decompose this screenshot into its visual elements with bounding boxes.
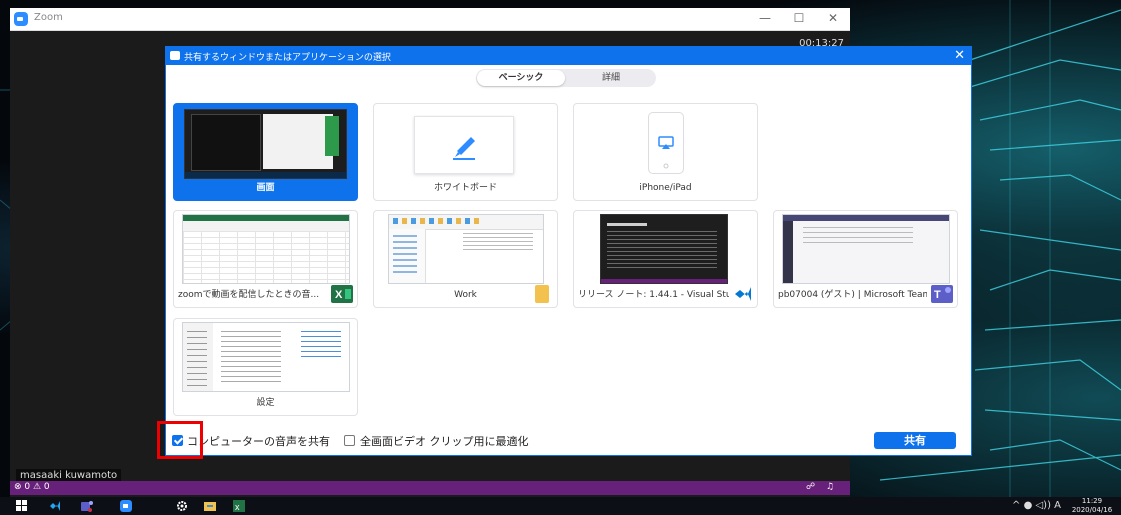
tile-label: Work (454, 290, 477, 300)
zoom-icon[interactable] (120, 500, 132, 512)
status-bar-right-icons[interactable]: ☍ ♫ (806, 482, 838, 492)
optimize-video-checkbox[interactable] (344, 435, 355, 446)
share-tile-vscode-window[interactable]: リリース ノート: 1.44.1 - Visual Stud... (573, 210, 758, 308)
whiteboard-thumbnail (414, 116, 514, 174)
tile-label: リリース ノート: 1.44.1 - Visual Stud... (578, 290, 729, 300)
svg-text:T: T (934, 289, 941, 301)
excel-icon: X (331, 285, 353, 303)
svg-text:x: x (235, 502, 240, 512)
tile-label: 画面 (256, 183, 275, 193)
airplay-icon (658, 136, 674, 169)
vscode-status-bar: ⊗ 0 ⚠ 0 ☍ ♫ (10, 481, 850, 495)
share-audio-label: コンピューターの音声を共有 (187, 435, 330, 448)
file-explorer-icon[interactable] (204, 500, 216, 512)
settings-icon[interactable] (176, 500, 188, 512)
share-tile-work-folder[interactable]: Work (373, 210, 558, 308)
dialog-titlebar: 共有するウィンドウまたはアプリケーションの選択 ✕ (166, 47, 971, 65)
windows-start-icon[interactable] (16, 500, 28, 512)
teams-icon[interactable] (81, 500, 93, 512)
share-tile-settings-window[interactable]: 設定 (173, 318, 358, 416)
share-tile-teams-window[interactable]: pb07004 (ゲスト) | Microsoft Teams T (773, 210, 958, 308)
teams-icon: T (931, 285, 953, 303)
share-tabs: ベーシック 詳細 (476, 69, 656, 87)
optimize-video-label: 全画面ビデオ クリップ用に最適化 (360, 435, 529, 448)
vscode-icon[interactable] (49, 500, 61, 512)
dialog-title: 共有するウィンドウまたはアプリケーションの選択 (184, 53, 391, 63)
dialog-close-button[interactable]: ✕ (954, 47, 965, 65)
share-tile-excel-window[interactable]: zoomで動画を配信したときの音... X (173, 210, 358, 308)
excel-window-thumbnail (182, 214, 350, 284)
share-tile-whiteboard[interactable]: ホワイトボード (373, 103, 558, 201)
tile-label: 設定 (256, 398, 275, 408)
clock-date: 2020/04/16 (1071, 506, 1113, 514)
teams-window-thumbnail (782, 214, 950, 284)
pen-icon (453, 137, 475, 160)
problems-indicator[interactable]: ⊗ 0 ⚠ 0 (14, 482, 50, 492)
highlight-box (157, 421, 203, 459)
explorer-window-thumbnail (388, 214, 544, 284)
share-selection-dialog: 共有するウィンドウまたはアプリケーションの選択 ✕ ベーシック 詳細 画面 ホワ… (165, 46, 972, 456)
tile-label: zoomで動画を配信したときの音... (178, 290, 320, 300)
tile-label: ホワイトボード (433, 183, 497, 193)
settings-window-thumbnail (182, 322, 350, 392)
maximize-button[interactable]: ☐ (788, 11, 810, 25)
minimize-button[interactable]: — (754, 11, 776, 25)
zoom-logo-icon (14, 12, 28, 26)
close-button[interactable]: ✕ (822, 11, 844, 25)
share-button[interactable]: 共有 (874, 432, 956, 449)
share-tile-iphone-ipad[interactable]: iPhone/iPad (573, 103, 758, 201)
zoom-titlebar: Zoom — ☐ ✕ (10, 8, 850, 31)
excel-icon[interactable]: x (233, 500, 245, 512)
vscode-window-thumbnail (600, 214, 728, 284)
clock-time: 11:29 (1081, 497, 1103, 505)
folder-icon (535, 285, 549, 303)
windows-taskbar: x ^ ● ◁)) A 11:29 2020/04/16 (0, 497, 1121, 515)
zoom-dialog-icon (170, 51, 180, 60)
tab-advanced[interactable]: 詳細 (567, 70, 655, 86)
screen-thumbnail (184, 109, 347, 179)
tile-label: pb07004 (ゲスト) | Microsoft Teams (778, 290, 927, 300)
tile-label: iPhone/iPad (639, 183, 692, 193)
vscode-icon (733, 285, 753, 303)
system-tray[interactable]: ^ ● ◁)) A (1012, 500, 1061, 511)
iphone-thumbnail (648, 112, 684, 174)
tab-basic[interactable]: ベーシック (477, 70, 565, 86)
share-tile-screen[interactable]: 画面 (173, 103, 358, 201)
svg-text:X: X (335, 289, 343, 301)
zoom-window-title: Zoom (34, 12, 63, 23)
taskbar-clock[interactable]: 11:29 2020/04/16 (1065, 497, 1119, 515)
